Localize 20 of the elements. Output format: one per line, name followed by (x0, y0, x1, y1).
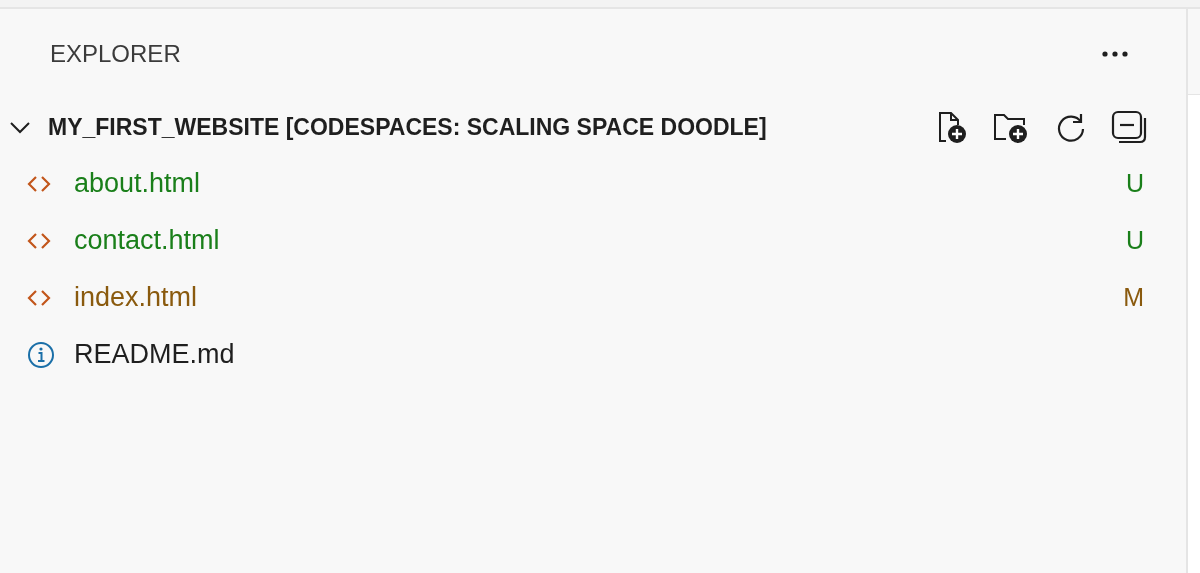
code-icon (26, 230, 52, 251)
git-status: U (1125, 167, 1144, 199)
git-status: U (1125, 224, 1144, 256)
file-name: contact.html (74, 224, 220, 258)
file-name: README.md (74, 338, 235, 372)
info-icon (26, 339, 56, 370)
collapse-all-icon[interactable] (1110, 109, 1148, 145)
panel-title: EXPLORER (50, 39, 181, 69)
code-icon (26, 173, 52, 194)
file-item[interactable]: contact.html U (0, 212, 1186, 269)
file-item[interactable]: about.html U (0, 155, 1186, 212)
folder-header[interactable]: MY_FIRST_WEBSITE [CODESPACES: SCALING SPACE DOODLE] (0, 99, 1186, 155)
file-item[interactable]: README.md (0, 326, 1186, 383)
more-icon[interactable] (1102, 51, 1128, 57)
folder-name: MY_FIRST_WEBSITE [CODESPACES: SCALING SPACE DOODLE] (48, 112, 767, 142)
file-name: index.html (74, 281, 198, 315)
file-item[interactable]: index.html M (0, 269, 1186, 326)
file-name: about.html (74, 167, 201, 201)
code-icon (26, 287, 52, 308)
git-status: M (1123, 281, 1144, 313)
